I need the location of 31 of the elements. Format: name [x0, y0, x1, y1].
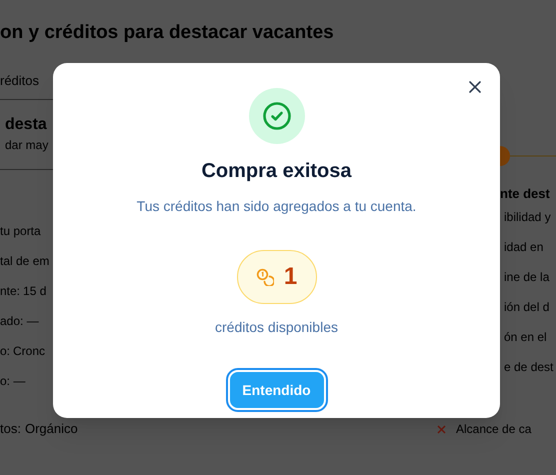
page-title: on y créditos para destacar vacantes	[0, 21, 334, 46]
feature-item: ón en el	[504, 329, 548, 345]
feature-item: idad en	[504, 239, 544, 255]
feature-item: ine de la	[504, 269, 550, 285]
close-icon[interactable]	[468, 80, 482, 94]
detail-label: nte:	[0, 283, 20, 299]
detail-label: o:	[0, 343, 10, 359]
dialog-message: Tus créditos han sido agregados a tu cuenta.	[136, 197, 416, 216]
confirm-button[interactable]: Entendido	[228, 370, 326, 410]
detail-label: tu porta	[0, 223, 41, 239]
tab[interactable]: réditos	[0, 71, 40, 91]
detail-value: 15 d	[23, 283, 46, 299]
detail-label: o: —	[0, 373, 26, 389]
feature-item: ión del d	[504, 299, 550, 315]
credits-count: 1	[284, 262, 298, 292]
card-title: nte dest	[500, 186, 551, 202]
detail-label: ado: —	[0, 313, 39, 329]
card-subtitle: dar may	[5, 137, 50, 154]
feature-item: Alcance de ca	[456, 421, 532, 437]
card-title: desta	[5, 115, 48, 135]
detail-value: Cronc	[13, 343, 46, 359]
detail-label: tos:	[0, 421, 21, 437]
cross-icon	[437, 424, 446, 434]
credits-label: créditos disponibles	[215, 318, 338, 337]
feature-item: e de dest	[504, 359, 554, 375]
feature-item: ibilidad y	[504, 209, 552, 225]
detail-value: Orgánico	[24, 421, 78, 437]
coins-icon	[256, 268, 274, 286]
dialog-title: Compra exitosa	[201, 159, 352, 184]
step-icon	[500, 145, 556, 167]
detail-label: tal de em	[0, 253, 50, 269]
